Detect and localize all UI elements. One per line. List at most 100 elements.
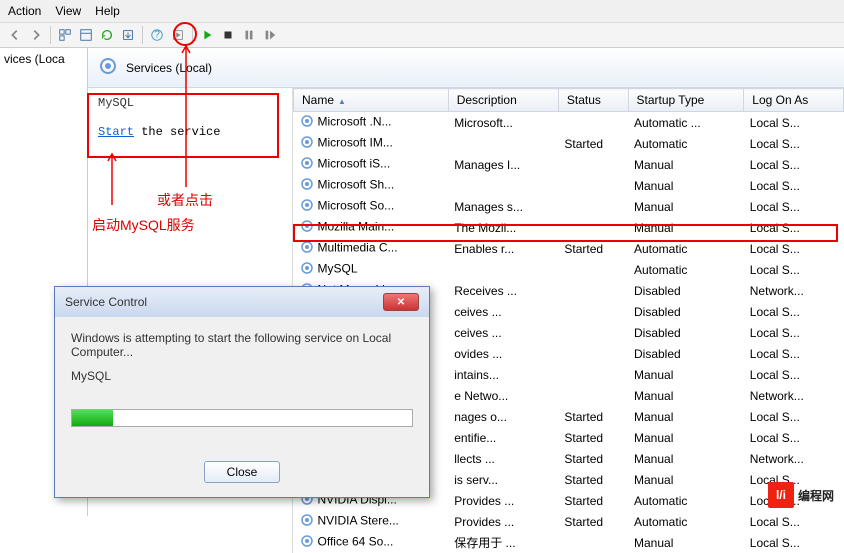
cell-status (558, 301, 628, 322)
col-status[interactable]: Status (558, 89, 628, 112)
back-icon[interactable] (6, 26, 24, 44)
cell-status (558, 154, 628, 175)
cell-desc (448, 175, 558, 196)
restart-icon[interactable] (261, 26, 279, 44)
table-row[interactable]: Office 64 So...保存用于 ...ManualLocal S... (294, 532, 844, 553)
cell-status (558, 364, 628, 385)
cell-startup: Automatic (628, 259, 744, 280)
cell-desc: llects ... (448, 448, 558, 469)
cell-startup: Automatic ... (628, 112, 744, 134)
service-gear-icon (300, 240, 314, 257)
toolbar-divider (50, 26, 51, 44)
cell-logon: Local S... (744, 154, 844, 175)
table-row[interactable]: Microsoft .N... Microsoft... Automatic ...… (294, 112, 844, 134)
cell-startup: Manual (628, 364, 744, 385)
cell-desc: is serv... (448, 469, 558, 490)
menu-view[interactable]: View (55, 4, 81, 18)
menu-action[interactable]: Action (8, 4, 41, 18)
cell-startup: Manual (628, 406, 744, 427)
cell-logon: Local S... (744, 322, 844, 343)
cell-name: Mozilla Main... (318, 220, 395, 234)
cell-status: Started (558, 469, 628, 490)
cell-logon: Local S... (744, 427, 844, 448)
cell-logon: Local S... (744, 259, 844, 280)
stop-icon[interactable] (219, 26, 237, 44)
dialog-close-button[interactable]: ✕ (383, 293, 419, 311)
table-row[interactable]: Mozilla Main...The Mozil...ManualLocal S… (294, 217, 844, 238)
service-gear-icon (300, 156, 314, 173)
cell-logon: Local S... (744, 196, 844, 217)
progress-fill (72, 410, 113, 426)
cell-logon: Local S... (744, 406, 844, 427)
cell-name: MySQL (318, 262, 358, 276)
service-gear-icon (300, 513, 314, 530)
menu-help[interactable]: Help (95, 4, 120, 18)
cell-name: Microsoft .N... (318, 115, 392, 129)
cell-startup: Disabled (628, 322, 744, 343)
properties-icon[interactable] (77, 26, 95, 44)
close-button[interactable]: Close (204, 461, 281, 483)
watermark-logo-icon: l/i (768, 482, 794, 508)
cell-name: NVIDIA Stere... (318, 514, 399, 528)
nav-tree-item[interactable]: vices (Loca (4, 52, 65, 66)
cell-status (558, 175, 628, 196)
col-name[interactable]: Name▲ (294, 89, 449, 112)
cell-status (558, 322, 628, 343)
cell-status: Started (558, 133, 628, 154)
cell-desc: nages o... (448, 406, 558, 427)
cell-logon: Local S... (744, 532, 844, 553)
detail-service-name: MySQL (98, 96, 282, 110)
cell-status (558, 385, 628, 406)
cell-desc: 保存用于 ... (448, 532, 558, 553)
table-row[interactable]: Microsoft So...Manages s...ManualLocal S… (294, 196, 844, 217)
menu-bar: Action View Help (0, 0, 844, 23)
services-title: Services (Local) (126, 61, 212, 75)
play-icon[interactable] (198, 26, 216, 44)
cell-startup: Manual (628, 196, 744, 217)
cell-status: Started (558, 490, 628, 511)
cell-logon: Network... (744, 448, 844, 469)
table-row[interactable]: Microsoft iS...Manages I...ManualLocal S… (294, 154, 844, 175)
table-row[interactable]: Microsoft IM...StartedAutomaticLocal S..… (294, 133, 844, 154)
services-gear-icon (98, 56, 118, 79)
tree-icon[interactable] (56, 26, 74, 44)
col-logon[interactable]: Log On As (744, 89, 844, 112)
cell-desc (448, 259, 558, 280)
dialog-message: Windows is attempting to start the follo… (71, 331, 413, 359)
watermark-text: 编程网 (798, 487, 834, 504)
cell-status: Started (558, 427, 628, 448)
cell-startup: Automatic (628, 511, 744, 532)
cell-desc: entifie... (448, 427, 558, 448)
cell-status (558, 112, 628, 134)
cell-logon: Local S... (744, 217, 844, 238)
cell-startup: Manual (628, 385, 744, 406)
start-service-link[interactable]: Start (98, 125, 134, 139)
col-desc[interactable]: Description (448, 89, 558, 112)
cell-logon: Local S... (744, 175, 844, 196)
cell-startup: Disabled (628, 280, 744, 301)
export-icon[interactable] (119, 26, 137, 44)
cell-startup: Disabled (628, 343, 744, 364)
cell-desc: ceives ... (448, 322, 558, 343)
table-row[interactable]: Multimedia C...Enables r...StartedAutoma… (294, 238, 844, 259)
cell-status: Started (558, 406, 628, 427)
cell-startup: Manual (628, 175, 744, 196)
table-row[interactable]: Microsoft Sh...ManualLocal S... (294, 175, 844, 196)
col-startup[interactable]: Startup Type (628, 89, 744, 112)
cell-desc: Provides ... (448, 490, 558, 511)
help-icon[interactable]: ? (148, 26, 166, 44)
table-row[interactable]: NVIDIA Stere...Provides ...StartedAutoma… (294, 511, 844, 532)
forward-icon[interactable] (27, 26, 45, 44)
step-icon[interactable] (169, 26, 187, 44)
table-row[interactable]: MySQL AutomaticLocal S... (294, 259, 844, 280)
cell-desc: The Mozil... (448, 217, 558, 238)
refresh-icon[interactable] (98, 26, 116, 44)
start-service-text: the service (134, 125, 220, 139)
service-gear-icon (300, 135, 314, 152)
cell-startup: Disabled (628, 301, 744, 322)
pause-icon[interactable] (240, 26, 258, 44)
service-gear-icon (300, 177, 314, 194)
cell-name: Microsoft IM... (318, 136, 393, 150)
cell-desc: Microsoft... (448, 112, 558, 134)
watermark: l/i 编程网 (768, 482, 834, 508)
